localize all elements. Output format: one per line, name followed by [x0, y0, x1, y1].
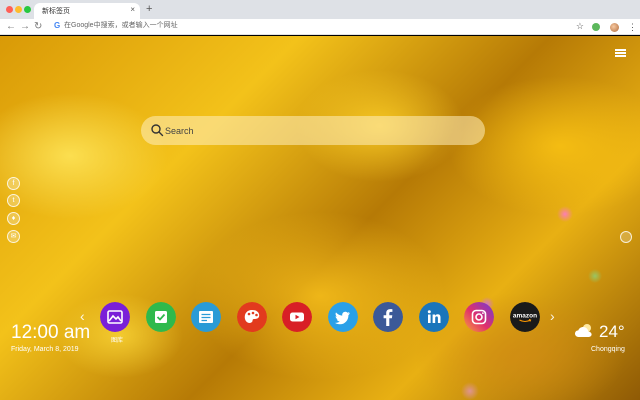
- cloud-sun-icon: [575, 324, 592, 337]
- browser-menu-icon[interactable]: ⋮: [628, 20, 637, 34]
- omnibox-placeholder: 在Google中搜索，或者输入一个网址: [64, 22, 178, 29]
- app-facebook-icon[interactable]: [373, 302, 403, 332]
- app-gallery-label: 图库: [110, 338, 123, 344]
- search-bar[interactable]: [141, 116, 485, 145]
- twitter-share-icon[interactable]: t: [7, 194, 20, 207]
- reload-icon[interactable]: ↻: [34, 20, 42, 34]
- amazon-label: amazon: [513, 313, 537, 320]
- share-icon[interactable]: ♦: [7, 212, 20, 225]
- app-instagram-icon[interactable]: [464, 302, 494, 332]
- google-icon: G: [54, 21, 61, 30]
- new-tab-page: f t ♦ ✉ ‹ › 图库: [0, 36, 640, 400]
- star-icon[interactable]: ☆: [576, 20, 584, 32]
- extension-icon[interactable]: [592, 23, 600, 31]
- settings-icon[interactable]: [620, 231, 632, 243]
- menu-icon[interactable]: [615, 49, 626, 57]
- comment-icon[interactable]: ✉: [7, 230, 20, 243]
- weather-city: Chongqing: [591, 346, 625, 353]
- weather-temperature: 24°: [599, 322, 625, 341]
- facebook-share-icon[interactable]: f: [7, 177, 20, 190]
- app-youtube-icon[interactable]: [282, 302, 312, 332]
- app-linkedin-icon[interactable]: [419, 302, 449, 332]
- tab-new-tab[interactable]: 新标签页 ×: [34, 3, 140, 19]
- app-notes-icon[interactable]: [191, 302, 221, 332]
- search-input[interactable]: [165, 122, 465, 139]
- forward-icon[interactable]: →: [20, 20, 30, 34]
- app-twitter-icon[interactable]: [328, 302, 358, 332]
- app-gallery-icon[interactable]: [100, 302, 130, 332]
- search-icon: [151, 124, 164, 137]
- tab-title: 新标签页: [42, 8, 70, 15]
- clock-date: Friday, March 8, 2019: [11, 346, 79, 353]
- clock-time: 12:00 am: [11, 322, 91, 343]
- new-tab-button[interactable]: +: [146, 3, 152, 15]
- window-minimize-button[interactable]: [15, 6, 22, 13]
- app-checklist-icon[interactable]: [146, 302, 176, 332]
- tab-strip: 新标签页 × +: [0, 0, 640, 19]
- tab-close-icon[interactable]: ×: [130, 5, 135, 15]
- back-icon[interactable]: ←: [6, 20, 16, 34]
- profile-avatar[interactable]: [610, 23, 619, 32]
- window-close-button[interactable]: [6, 6, 13, 13]
- app-amazon-icon[interactable]: amazon: [510, 302, 540, 332]
- dock-next-icon[interactable]: ›: [550, 308, 555, 324]
- browser-toolbar: ← → ↻ G 在Google中搜索，或者输入一个网址 ☆: [0, 19, 640, 35]
- omnibox[interactable]: G 在Google中搜索，或者输入一个网址 ☆: [50, 20, 588, 33]
- window-maximize-button[interactable]: [24, 6, 31, 13]
- app-paint-icon[interactable]: [237, 302, 267, 332]
